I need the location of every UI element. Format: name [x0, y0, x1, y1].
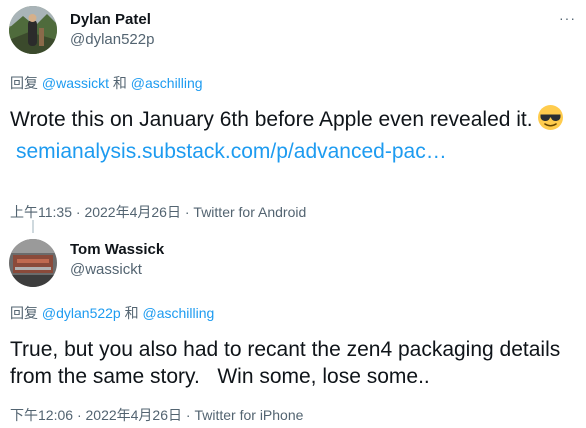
- tweet-date[interactable]: 2022年4月26日: [86, 407, 183, 423]
- author-handle[interactable]: @dylan522p: [70, 31, 154, 48]
- meta-separator: ·: [76, 407, 82, 423]
- meta-separator: ·: [75, 204, 81, 220]
- avatar-tom-wassick[interactable]: [9, 239, 57, 287]
- tweet-text-content: True, but you also had to recant the zen…: [10, 338, 567, 388]
- mention-link-wassickt[interactable]: @wassickt: [42, 75, 109, 91]
- tweet-time[interactable]: 下午12:06: [10, 407, 73, 423]
- tweet-source: Twitter for Android: [193, 204, 307, 220]
- meta-separator: ·: [185, 407, 191, 423]
- replying-prefix: 回复: [10, 75, 38, 91]
- sunglasses-icon: [537, 104, 564, 138]
- mention-link-aschilling[interactable]: @aschilling: [143, 305, 215, 321]
- replying-to: 回复 @dylan522p 和 @aschilling: [10, 303, 214, 323]
- meta-separator: ·: [184, 204, 190, 220]
- avatar-dylan-patel[interactable]: [9, 6, 57, 54]
- tweet-text: Wrote this on January 6th before Apple e…: [10, 104, 580, 165]
- replying-conjunction: 和: [112, 75, 127, 91]
- tweet-text: True, but you also had to recant the zen…: [10, 336, 580, 390]
- mention-link-dylan522p[interactable]: @dylan522p: [42, 305, 121, 321]
- tweet-meta: 上午11:35 · 2022年4月26日 · Twitter for Andro…: [10, 202, 306, 222]
- tweet-meta: 下午12:06 · 2022年4月26日 · Twitter for iPhon…: [10, 405, 303, 425]
- author-handle[interactable]: @wassickt: [70, 261, 142, 278]
- tweet-source: Twitter for iPhone: [194, 407, 304, 423]
- replying-to: 回复 @wassickt 和 @aschilling: [10, 73, 203, 93]
- tweet-text-content: Wrote this on January 6th before Apple e…: [10, 108, 533, 131]
- more-options-icon[interactable]: ···: [559, 10, 576, 26]
- replying-prefix: 回复: [10, 305, 38, 321]
- tweet-time[interactable]: 上午11:35: [10, 204, 72, 220]
- avatar-photo-equipment: [9, 239, 57, 287]
- tweet-tom-wassick[interactable]: Tom Wassick @wassickt 回复 @dylan522p 和 @a…: [0, 228, 586, 428]
- avatar-photo-landscape: [9, 6, 57, 54]
- tweet-dylan-patel[interactable]: Dylan Patel @dylan522p ··· 回复 @wassickt …: [0, 0, 586, 228]
- replying-conjunction: 和: [124, 305, 139, 321]
- author-name[interactable]: Tom Wassick: [70, 241, 164, 258]
- tweet-date[interactable]: 2022年4月26日: [84, 204, 181, 220]
- author-name[interactable]: Dylan Patel: [70, 11, 151, 28]
- article-link[interactable]: semianalysis.substack.com/p/advanced-pac…: [16, 138, 447, 165]
- mention-link-aschilling[interactable]: @aschilling: [131, 75, 203, 91]
